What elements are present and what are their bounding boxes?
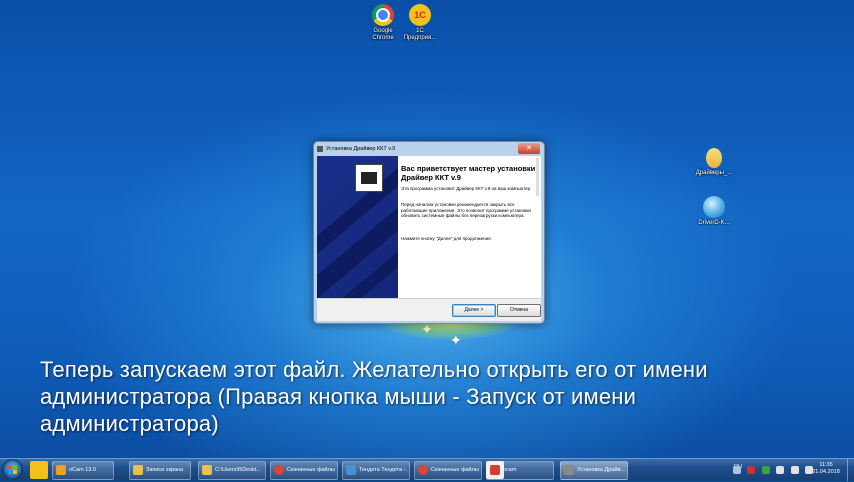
- desktop-icon-label: Google: [373, 28, 393, 34]
- ocam-icon: [56, 465, 66, 475]
- installer-text: Эта программа установит Драйвер ККТ v.9 …: [401, 186, 532, 191]
- clock[interactable]: 11:35 21.04.2018: [808, 462, 844, 476]
- tray-arrow-icon[interactable]: [732, 466, 741, 474]
- 1c-icon: 1C: [409, 4, 431, 26]
- installer-logo-icon: [355, 164, 383, 192]
- installer-icon: [564, 465, 574, 475]
- next-button[interactable]: Далее >: [452, 304, 496, 317]
- folder-icon: [133, 465, 143, 475]
- chrome-icon: [418, 465, 428, 475]
- taskbar-item-label: Тендета Тендета -...: [359, 467, 407, 473]
- taskbar-item-tendeta[interactable]: Тендета Тендета -...: [342, 461, 410, 480]
- desktop-icon-label: DriverD-K...: [698, 220, 730, 226]
- taskbar-item-screen-records[interactable]: Записи экрана: [129, 461, 191, 480]
- taskbar-item-explorer[interactable]: C:\Users\fi\Deskt...: [198, 461, 266, 480]
- installer-side-banner: [317, 156, 398, 298]
- folder-icon: [706, 148, 722, 168]
- app-icon: [317, 146, 323, 152]
- clock-time: 11:35: [819, 462, 833, 468]
- desktop-icon-label: Предприя...: [403, 35, 437, 41]
- tray-ocam-icon[interactable]: [747, 466, 756, 474]
- pinned-1c-icon[interactable]: [30, 461, 48, 479]
- taskbar-item-label: Установка Драйв...: [577, 467, 625, 473]
- system-tray: [732, 463, 814, 477]
- installer-text: Перед началом установки рекомендуется за…: [401, 202, 531, 218]
- tray-shield-icon[interactable]: [761, 466, 770, 474]
- desktop-icon-driver-installer[interactable]: DriverD-K...: [691, 196, 737, 227]
- window-titlebar[interactable]: Установка Драйвер ККТ v.9: [314, 142, 544, 156]
- installer-body: Вас приветствует мастер установки Драйве…: [317, 156, 541, 321]
- installer-icon: [703, 196, 725, 218]
- desktop-icon-label: 1С: [416, 28, 424, 34]
- tray-volume-icon[interactable]: [790, 466, 799, 474]
- cancel-button[interactable]: Отмена: [497, 304, 541, 317]
- folder-icon: [202, 465, 212, 475]
- app-icon: [346, 465, 356, 475]
- ocam-icon: [490, 465, 500, 475]
- clock-date: 21.04.2018: [812, 469, 840, 475]
- installer-heading: Вас приветствует мастер установки Драйве…: [401, 164, 536, 182]
- content-scrollbar[interactable]: [536, 158, 539, 196]
- chrome-icon: [372, 4, 394, 26]
- desktop-icon-1c[interactable]: 1C 1С Предприя...: [397, 4, 443, 42]
- installer-footer: Далее > Отмена: [317, 298, 541, 321]
- installer-window: Установка Драйвер ККТ v.9 ✕ Вас приветст…: [313, 141, 545, 324]
- taskbar-item-label: Скачанные файлы...: [287, 467, 335, 473]
- show-desktop-button[interactable]: [847, 459, 854, 481]
- window-close-button[interactable]: ✕: [518, 143, 540, 154]
- taskbar-item-chrome-downloads[interactable]: Скачанные файлы...: [270, 461, 338, 480]
- taskbar-item-chrome-downloads-2[interactable]: Скачанные файлы...: [414, 461, 482, 480]
- taskbar-item-label: Записи экрана: [146, 467, 184, 473]
- desktop-icon-label: Chrome: [372, 35, 394, 41]
- taskbar-item-installer[interactable]: Установка Драйв...: [560, 461, 628, 480]
- tray-network-icon[interactable]: [776, 466, 785, 474]
- start-button[interactable]: [2, 459, 23, 480]
- desktop-icon-drivers-folder[interactable]: Драйверы_...: [691, 148, 737, 177]
- sparkle-icon: ✦: [421, 321, 433, 337]
- window-title: Установка Драйвер ККТ v.9: [326, 146, 396, 152]
- taskbar-item-label: Скачанные файлы...: [431, 467, 479, 473]
- installer-text: Нажмите кнопку "Далее" для продолжения.: [401, 236, 492, 241]
- windows-logo-icon: [8, 465, 17, 474]
- installer-content: Вас приветствует мастер установки Драйве…: [398, 156, 541, 298]
- taskbar-item-ocam[interactable]: oCam 13.0: [52, 461, 114, 480]
- taskbar-item-ocam-folder[interactable]: ocam: [486, 461, 554, 480]
- taskbar-item-label: ocam: [503, 467, 517, 473]
- taskbar-item-label: oCam 13.0: [69, 467, 96, 473]
- sparkle-icon: ✦: [450, 332, 462, 348]
- desktop-icon-label: Драйверы_...: [695, 170, 733, 176]
- taskbar-item-label: C:\Users\fi\Deskt...: [215, 467, 261, 473]
- instruction-caption: Теперь запускаем этот файл. Желательно о…: [40, 357, 708, 436]
- taskbar: oCam 13.0 Записи экрана C:\Users\fi\Desk…: [0, 458, 854, 481]
- chrome-icon: [274, 465, 284, 475]
